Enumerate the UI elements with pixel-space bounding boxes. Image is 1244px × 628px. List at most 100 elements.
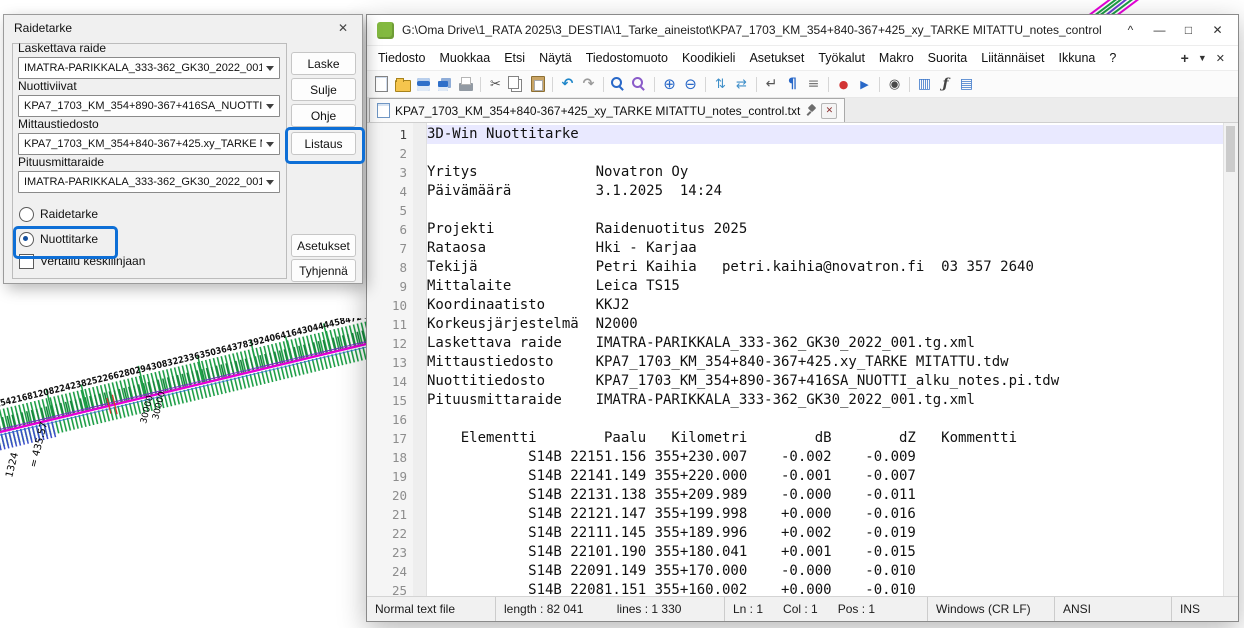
editor-line[interactable]: 3 Yritys Novatron Oy [367, 163, 1224, 182]
window-titlebar[interactable]: G:\Oma Drive\1_RATA 2025\3_DESTIA\1_Tark… [367, 15, 1238, 46]
editor-line[interactable]: 25 S14B 22081.151 355+160.002 +0.000 -0.… [367, 581, 1224, 596]
dropdown[interactable]: KPA7_1703_KM_354+890-367+416SA_NUOTTI_ [18, 95, 280, 117]
dialog-titlebar[interactable]: Raidetarke ✕ [4, 15, 362, 41]
status-insert-mode[interactable]: INS [1172, 597, 1238, 621]
editor-line[interactable]: 23 S14B 22101.190 355+180.041 +0.001 -0.… [367, 543, 1224, 562]
word-wrap-icon[interactable]: ↵ [762, 75, 781, 93]
maximize-icon[interactable]: □ [1174, 17, 1203, 43]
menu-item[interactable]: Makro [872, 49, 921, 67]
editor-line[interactable]: 12 Laskettava raide IMATRA-PARIKKALA_333… [367, 334, 1224, 353]
function-list-icon[interactable]: ƒ [936, 75, 955, 93]
chevron-down-icon[interactable]: ▼ [1198, 53, 1207, 63]
radio-raidetarke[interactable] [19, 207, 34, 222]
editor-line[interactable]: 11 Korkeusjärjestelmä N2000 [367, 315, 1224, 334]
editor-line[interactable]: 24 S14B 22091.149 355+170.000 -0.000 -0.… [367, 562, 1224, 581]
checkbox-vertailu[interactable] [19, 254, 34, 269]
editor-line[interactable]: 13 Mittaustiedosto KPA7_1703_KM_354+840-… [367, 353, 1224, 372]
radio-nuottitarke[interactable] [19, 232, 34, 247]
menu-item[interactable]: Näytä [532, 49, 579, 67]
tyhjenna-button[interactable]: Tyhjennä [291, 259, 356, 282]
editor-line[interactable]: 9 Mittalaite Leica TS15 [367, 277, 1224, 296]
sulje-button[interactable]: Sulje [291, 78, 356, 101]
close-icon[interactable]: ✕ [334, 21, 352, 35]
menu-item[interactable]: Tiedosto [371, 49, 432, 67]
find-icon[interactable] [609, 75, 628, 93]
menu-item[interactable]: Työkalut [811, 49, 872, 67]
menu-item[interactable]: Muokkaa [432, 49, 497, 67]
macro-record-icon[interactable]: ● [834, 75, 853, 93]
vertical-scrollbar[interactable] [1223, 123, 1238, 596]
document-map-icon[interactable]: ▥ [915, 75, 934, 93]
new-file-icon[interactable] [372, 75, 391, 93]
redo-icon[interactable]: ↷ [579, 75, 598, 93]
ohje-button[interactable]: Ohje [291, 104, 356, 127]
tab-pin-icon[interactable] [805, 104, 816, 117]
menu-item[interactable]: Liitännäiset [974, 49, 1051, 67]
macro-play-icon[interactable]: ▶ [855, 75, 874, 93]
editor-line[interactable]: 7 Rataosa Hki - Karjaa [367, 239, 1224, 258]
dropdown[interactable]: IMATRA-PARIKKALA_333-362_GK30_2022_001.t [18, 171, 280, 193]
show-all-characters-icon[interactable]: ¶ [783, 75, 802, 93]
folder-workspace-icon[interactable]: ▤ [957, 75, 976, 93]
editor-line[interactable]: 10 Koordinaatisto KKJ2 [367, 296, 1224, 315]
status-eol-format[interactable]: Windows (CR LF) [928, 597, 1055, 621]
dropdown[interactable]: IMATRA-PARIKKALA_333-362_GK30_2022_001.t… [18, 57, 280, 79]
plus-icon[interactable]: + [1181, 50, 1189, 66]
zoom-in-icon[interactable]: ⊕ [660, 75, 679, 93]
chevron-up-icon[interactable]: ^ [1116, 17, 1145, 43]
menu-item[interactable]: Asetukset [742, 49, 811, 67]
undo-icon[interactable]: ↶ [558, 75, 577, 93]
menu-item[interactable]: Suorita [921, 49, 975, 67]
editor-line[interactable]: 15 Pituusmittaraide IMATRA-PARIKKALA_333… [367, 391, 1224, 410]
close-tab-icon[interactable]: ✕ [1216, 52, 1225, 65]
tab-close-icon[interactable]: ✕ [821, 103, 837, 119]
dropdown[interactable]: KPA7_1703_KM_354+840-367+425.xy_TARKE M [18, 133, 280, 155]
paste-icon[interactable] [528, 75, 547, 93]
editor-line[interactable]: 14 Nuottitiedosto KPA7_1703_KM_354+890-3… [367, 372, 1224, 391]
copy-icon[interactable] [507, 75, 526, 93]
radio-row-raidetarke[interactable]: Raidetarke [19, 207, 98, 221]
editor-line[interactable]: 5 [367, 201, 1224, 220]
editor-line[interactable]: 8 Tekijä Petri Kaihia petri.kaihia@novat… [367, 258, 1224, 277]
menu-item[interactable]: Etsi [497, 49, 532, 67]
asetukset-button[interactable]: Asetukset [291, 234, 356, 257]
editor-line[interactable]: 21 S14B 22121.147 355+199.998 +0.000 -0.… [367, 505, 1224, 524]
minimize-icon[interactable]: — [1145, 17, 1174, 43]
radio-row-nuottitarke[interactable]: Nuottitarke [19, 232, 98, 246]
editor-line[interactable]: 18 S14B 22151.156 355+230.007 -0.002 -0.… [367, 448, 1224, 467]
editor-line[interactable]: 22 S14B 22111.145 355+189.996 +0.002 -0.… [367, 524, 1224, 543]
sync-scroll-vertical-icon[interactable]: ⇅ [711, 75, 730, 93]
sync-scroll-horizontal-icon[interactable]: ⇄ [732, 75, 751, 93]
replace-icon[interactable] [630, 75, 649, 93]
indent-guide-icon[interactable]: ≡ [804, 75, 823, 93]
listaus-button[interactable]: Listaus [291, 132, 356, 155]
cut-icon[interactable]: ✂ [486, 75, 505, 93]
document-monitor-icon[interactable]: ◉ [885, 75, 904, 93]
zoom-out-icon[interactable]: ⊖ [681, 75, 700, 93]
editor[interactable]: 1 3D-Win Nuottitarke 2 3 Yritys [367, 123, 1238, 596]
editor-line[interactable]: 20 S14B 22131.138 355+209.989 -0.000 -0.… [367, 486, 1224, 505]
editor-line[interactable]: 1 3D-Win Nuottitarke [367, 125, 1224, 144]
save-icon[interactable] [414, 75, 433, 93]
save-all-icon[interactable] [435, 75, 454, 93]
open-file-icon[interactable] [393, 75, 412, 93]
editor-line[interactable]: 4 Päivämäärä 3.1.2025 14:24 [367, 182, 1224, 201]
editor-line[interactable]: 6 Projekti Raidenuotitus 2025 [367, 220, 1224, 239]
print-icon[interactable] [456, 75, 475, 93]
editor-line[interactable]: 2 [367, 144, 1224, 163]
radio-raidetarke-label: Raidetarke [40, 207, 98, 221]
laske-button[interactable]: Laske [291, 52, 356, 75]
menu-item[interactable]: Tiedostomuoto [579, 49, 675, 67]
tab-active[interactable]: KPA7_1703_KM_354+840-367+425_xy_TARKE MI… [369, 98, 845, 122]
menu-item[interactable]: ? [1102, 49, 1123, 67]
close-icon[interactable]: ✕ [1203, 17, 1232, 43]
menu-item[interactable]: Ikkuna [1052, 49, 1103, 67]
editor-line[interactable]: 16 [367, 410, 1224, 429]
menu-item[interactable]: Koodikieli [675, 49, 743, 67]
status-encoding[interactable]: ANSI [1055, 597, 1172, 621]
checkbox-row-vertailu[interactable]: Vertailu keskilinjaan [19, 254, 145, 268]
status-doc-type: Normal text file [367, 597, 496, 621]
editor-line[interactable]: 19 S14B 22141.149 355+220.000 -0.001 -0.… [367, 467, 1224, 486]
scrollbar-thumb[interactable] [1226, 126, 1235, 172]
editor-line[interactable]: 17 Elementti Paalu Kilometri dB dZ Komme… [367, 429, 1224, 448]
